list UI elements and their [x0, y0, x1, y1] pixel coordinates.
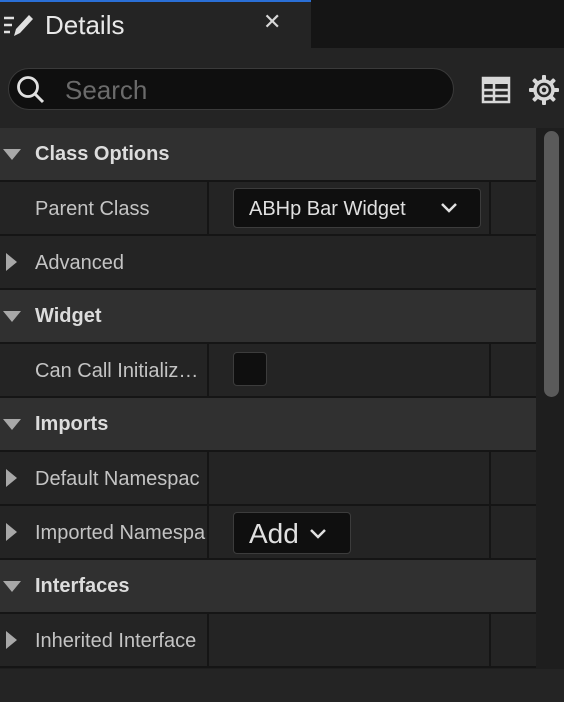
- category-imports[interactable]: Imports: [0, 398, 536, 452]
- settings-gear-icon[interactable]: [528, 74, 560, 106]
- property-row-inherited-interfaces[interactable]: Inherited Interface: [0, 614, 536, 668]
- expand-arrow-icon[interactable]: [6, 253, 17, 271]
- search-input[interactable]: [63, 73, 437, 107]
- table-view-icon[interactable]: [480, 74, 512, 106]
- expand-arrow-icon[interactable]: [6, 631, 17, 649]
- property-row-default-namespaces[interactable]: Default Namespac: [0, 452, 536, 506]
- property-label: Imported Namespa: [35, 522, 206, 544]
- column-divider[interactable]: [207, 344, 209, 396]
- category-label: Imports: [35, 413, 109, 435]
- column-divider: [489, 452, 491, 504]
- details-toolbar: [0, 48, 564, 128]
- collapse-arrow-icon[interactable]: [3, 581, 21, 592]
- add-namespace-button[interactable]: Add: [233, 512, 351, 554]
- add-button-label: Add: [249, 518, 299, 549]
- search-icon: [17, 76, 45, 104]
- column-divider[interactable]: [207, 182, 209, 234]
- expand-arrow-icon[interactable]: [6, 523, 17, 541]
- category-class-options[interactable]: Class Options: [0, 128, 536, 182]
- property-label: Can Call Initializ…: [35, 360, 199, 382]
- column-divider: [489, 344, 491, 396]
- details-edit-icon: [4, 15, 33, 36]
- parent-class-dropdown[interactable]: ABHp Bar Widget: [233, 188, 481, 228]
- collapse-arrow-icon[interactable]: [3, 149, 21, 160]
- scrollbar-thumb[interactable]: [544, 131, 559, 397]
- close-icon[interactable]: ✕: [263, 10, 281, 35]
- property-label: Inherited Interface: [35, 630, 197, 652]
- expand-arrow-icon[interactable]: [6, 469, 17, 487]
- property-row-advanced[interactable]: Advanced: [0, 236, 536, 290]
- category-label: Class Options: [35, 143, 170, 165]
- dropdown-value: ABHp Bar Widget: [249, 198, 406, 220]
- category-label: Widget: [35, 305, 102, 327]
- column-divider[interactable]: [207, 452, 209, 504]
- column-divider: [489, 614, 491, 666]
- column-divider: [489, 506, 491, 558]
- details-panel: Class Options Parent Class ABHp Bar Widg…: [0, 128, 536, 669]
- property-row-can-call-initialized: Can Call Initializ…: [0, 344, 536, 398]
- column-divider[interactable]: [207, 506, 209, 558]
- category-label: Interfaces: [35, 575, 130, 597]
- can-call-initialized-checkbox[interactable]: [233, 352, 267, 386]
- collapse-arrow-icon[interactable]: [3, 311, 21, 322]
- search-box[interactable]: [8, 68, 454, 110]
- property-label: Advanced: [35, 252, 124, 274]
- panel-footer: [0, 669, 564, 702]
- chevron-down-icon: [441, 203, 457, 213]
- property-label: Default Namespac: [35, 468, 200, 490]
- details-tab[interactable]: Details ✕: [0, 0, 311, 48]
- tab-bar: Details ✕: [0, 0, 564, 48]
- category-interfaces[interactable]: Interfaces: [0, 560, 536, 614]
- category-widget[interactable]: Widget: [0, 290, 536, 344]
- column-divider: [489, 182, 491, 234]
- column-divider[interactable]: [207, 614, 209, 666]
- chevron-down-icon: [310, 529, 326, 539]
- tab-title: Details: [45, 10, 125, 40]
- property-row-imported-namespaces[interactable]: Imported Namespa Add: [0, 506, 536, 560]
- property-label: Parent Class: [35, 198, 150, 220]
- property-row-parent-class: Parent Class ABHp Bar Widget: [0, 182, 536, 236]
- collapse-arrow-icon[interactable]: [3, 419, 21, 430]
